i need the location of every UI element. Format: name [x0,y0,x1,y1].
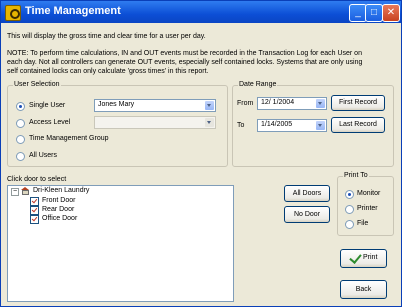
print-label: Print [363,254,378,261]
monitor-radio[interactable] [345,190,354,199]
single-user-radio[interactable] [16,102,25,111]
to-date-picker[interactable]: 1/14/2005 [257,119,327,132]
checkmark-icon [349,251,362,264]
window-title: Time Management [25,5,121,17]
time-management-window: Time Management _ □ ✕ This will display … [0,0,402,307]
from-label: From [237,100,254,107]
maximize-icon[interactable]: □ [365,4,383,22]
door-tree[interactable]: − Dri-Kleen Laundry Front Door Rear Door… [7,185,234,302]
from-date-value: 12/ 1/2004 [261,99,295,106]
printer-radio[interactable] [345,205,354,214]
to-label: To [237,122,245,129]
single-user-value: Jones Mary [98,101,135,108]
building-icon [21,187,30,195]
file-radio[interactable] [345,220,354,229]
chevron-down-icon[interactable] [316,99,325,108]
from-date-picker[interactable]: 12/ 1/2004 [257,97,327,110]
file-label: File [357,220,369,227]
last-record-button[interactable]: Last Record [331,117,385,133]
description-line-2: NOTE: To perform time calculations, IN a… [7,50,362,57]
user-selection-label: User Selection [13,81,61,88]
door-item[interactable]: Office Door [42,215,77,222]
app-icon [5,5,21,21]
date-range-label: Date Range [238,81,278,88]
chevron-down-icon[interactable] [316,121,325,130]
door-list-label: Click door to select [7,176,67,183]
description-line-4: self contained locks can only calculate … [7,68,209,75]
time-management-group-radio[interactable] [16,135,25,144]
door-checkbox[interactable] [30,215,39,224]
chevron-down-icon[interactable] [205,118,214,127]
single-user-select[interactable]: Jones Mary [94,99,216,112]
no-door-button[interactable]: No Door [284,206,330,223]
door-checkbox[interactable] [30,206,39,215]
print-button[interactable]: Print [340,249,387,268]
print-to-label: Print To [343,172,369,179]
description-line-1: This will display the gross time and cle… [7,33,206,40]
chevron-down-icon[interactable] [205,101,214,110]
access-level-radio[interactable] [16,119,25,128]
back-button[interactable]: Back [340,280,387,299]
tree-root-label[interactable]: Dri-Kleen Laundry [33,187,89,194]
access-level-label: Access Level [29,119,71,126]
all-doors-button[interactable]: All Doors [284,185,330,202]
door-checkbox[interactable] [30,197,39,206]
to-date-value: 1/14/2005 [261,121,293,128]
description-line-3: each day. Not all controllers can genera… [7,59,363,66]
all-users-label: All Users [29,152,58,159]
monitor-label: Monitor [357,190,381,197]
single-user-label: Single User [29,102,66,109]
all-users-radio[interactable] [16,152,25,161]
printer-label: Printer [357,205,378,212]
close-icon[interactable]: ✕ [382,4,400,22]
collapse-icon[interactable]: − [11,188,19,196]
door-item[interactable]: Rear Door [42,206,74,213]
time-management-group-label: Time Management Group [29,135,109,142]
title-bar[interactable]: Time Management _ □ ✕ [1,1,401,23]
door-item[interactable]: Front Door [42,197,75,204]
first-record-button[interactable]: First Record [331,95,385,111]
access-level-select[interactable] [94,116,216,129]
